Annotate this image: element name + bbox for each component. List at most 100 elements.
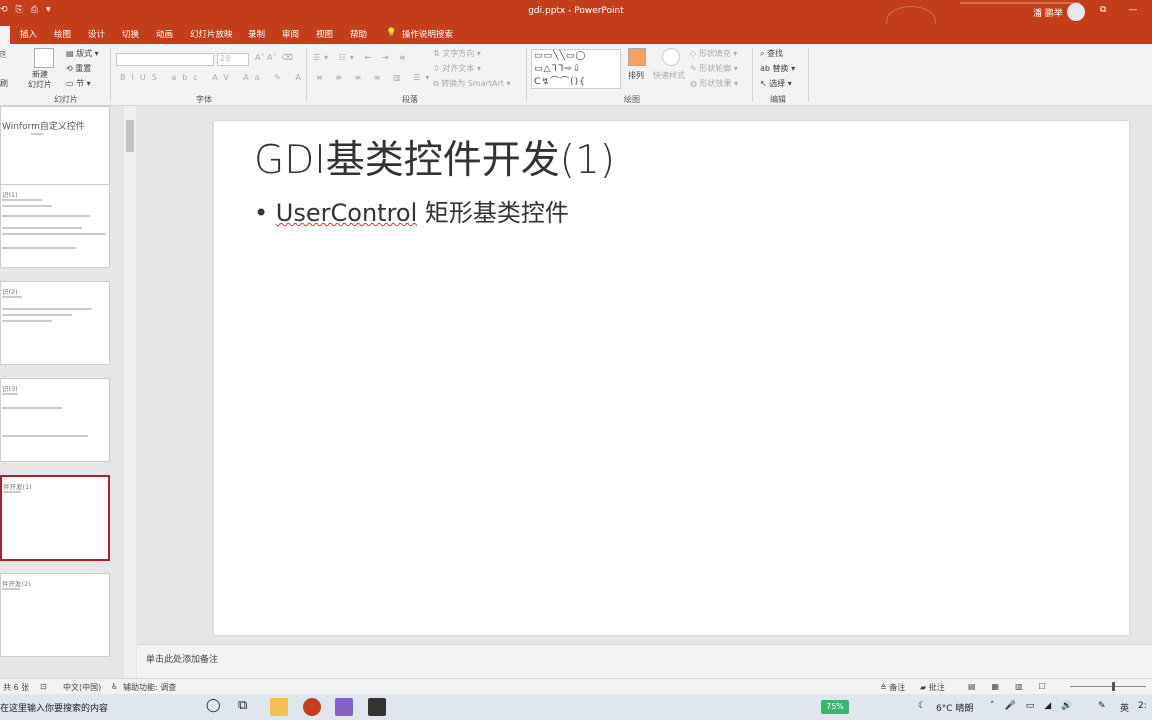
restore-icon[interactable]: ⧉	[1100, 5, 1106, 15]
text-direction-label: 文字方向	[442, 49, 475, 58]
shapes-gallery[interactable]: ▭▭╲╲▭◯ ▭△ᒣᒣ⇨⇩ ᑕ↯⌒⌒(){	[531, 49, 621, 89]
tab-design[interactable]: 设计	[88, 28, 105, 40]
slide-thumbnail-5[interactable]: 件开发(1)	[0, 475, 110, 561]
font-name-box[interactable]	[116, 53, 214, 66]
slide-thumbnail-2[interactable]: 识(1)	[0, 184, 110, 268]
tab-home[interactable]	[0, 26, 10, 44]
slide-thumbnail-1[interactable]: Winform自定义控件	[0, 106, 110, 190]
replace-icon: ab	[760, 64, 770, 73]
tell-me-search[interactable]: 操作说明搜索	[402, 28, 453, 40]
scrollbar-thumb[interactable]	[126, 120, 134, 152]
new-slide-button[interactable]: 新建 幻灯片	[28, 70, 52, 90]
list-icons[interactable]: ☰▾ ☷▾ ⇤ ⇥ ≡	[313, 53, 410, 62]
tab-view[interactable]: 视图	[316, 28, 333, 40]
slide-editor[interactable]: GDI基类控件开发(1) • UserControl 矩形基类控件	[137, 106, 1152, 644]
layout-icon: ▤	[66, 49, 74, 58]
layout-button[interactable]: ▤ 版式 ▾	[66, 48, 99, 59]
slide-thumbnail-6[interactable]: 件开发(2)	[0, 573, 110, 657]
shape-outline-icon: ✎	[690, 64, 697, 73]
zoom-slider[interactable]	[1070, 686, 1146, 687]
notes-placeholder: 单击此处添加备注	[146, 655, 219, 665]
tab-review[interactable]: 审阅	[282, 28, 299, 40]
group-label-font: 字体	[196, 95, 212, 104]
bullet-text: 矩形基类控件	[417, 199, 569, 227]
quick-styles-icon[interactable]	[662, 48, 680, 66]
smartart-button[interactable]: ⧉ 转换为 SmartArt ▾	[433, 78, 510, 89]
reset-button[interactable]: ⟲ 重置	[66, 63, 91, 74]
file-explorer-icon[interactable]	[270, 698, 288, 716]
slide-thumbnail-3[interactable]: 识(2)	[0, 281, 110, 365]
notes-pane[interactable]: 单击此处添加备注	[137, 644, 1152, 678]
arrange-button[interactable]: 排列	[628, 70, 644, 81]
cursor-icon: ↖	[760, 79, 767, 88]
view-buttons[interactable]: ▤▦▥☐	[968, 682, 1062, 691]
accessibility-icon: ♿	[111, 682, 119, 691]
section-button[interactable]: ▭ 节 ▾	[66, 78, 91, 89]
minimize-icon[interactable]: —	[1128, 5, 1137, 15]
quick-styles-button[interactable]: 快速样式	[653, 70, 685, 81]
slide-bullet[interactable]: • UserControl 矩形基类控件	[254, 193, 569, 228]
accessibility-status[interactable]: 辅助功能: 调查	[123, 682, 176, 693]
thumbnail-scrollbar[interactable]	[124, 106, 136, 678]
shape-fill-button[interactable]: ◇ 形状填充 ▾	[690, 48, 737, 59]
spellcheck-icon[interactable]: ⊡	[40, 682, 47, 691]
slide-thumbnail-panel[interactable]: Winform自定义控件 识(1) 识(2) 识(3) 件开发(1) 件开发(2…	[0, 106, 137, 678]
camera-app-icon[interactable]	[368, 698, 386, 716]
divider	[306, 48, 307, 102]
tab-help[interactable]: 帮助	[350, 28, 367, 40]
font-grow-icon[interactable]: A˄ A˅ ⌫	[255, 53, 293, 62]
align-text-button[interactable]: ⇳ 对齐文本 ▾	[433, 63, 481, 74]
shape-effects-button[interactable]: ◍ 形状效果 ▾	[690, 78, 738, 89]
weather-status[interactable]: 6°C 晴朗	[936, 701, 973, 714]
tab-transitions[interactable]: 切换	[122, 28, 139, 40]
notes-toggle-label: 备注	[889, 683, 906, 692]
paste-partial[interactable]: ⎘	[0, 50, 6, 60]
notes-toggle[interactable]: ≙ 备注	[880, 682, 905, 693]
shape-outline-button[interactable]: ✎ 形状轮廓 ▾	[690, 63, 738, 74]
font-size-box[interactable]: 28	[217, 53, 249, 66]
replace-label: 替换	[772, 64, 789, 73]
arrange-icon[interactable]	[628, 48, 646, 66]
user-name[interactable]: 潘 鹏举	[1033, 6, 1063, 19]
replace-button[interactable]: ab 替换 ▾	[760, 63, 795, 74]
thumbnail-text-line	[2, 320, 52, 322]
slide-thumbnail-4[interactable]: 识(3)	[0, 378, 110, 462]
align-icons[interactable]: ≡ ≡ ≡ ≡ ▥ ☰▾	[316, 73, 434, 82]
tray-icons[interactable]: ˄🎤▭◢🔊	[990, 701, 1082, 711]
battery-indicator[interactable]: 75%	[821, 700, 849, 714]
select-button[interactable]: ↖ 选择 ▾	[760, 78, 792, 89]
windows-taskbar: 在这里输入你要搜索的内容 ◯ ⧉ 75% ☾ 6°C 晴朗 ˄🎤▭◢🔊 ✎ 英 …	[0, 694, 1152, 720]
slide-title[interactable]: GDI基类控件开发(1)	[254, 129, 615, 185]
bullet-misspelled-word: UserControl	[275, 199, 418, 227]
tab-insert[interactable]: 插入	[20, 28, 37, 40]
font-format-icons[interactable]: BIUS abc AV Aa ✎ A	[120, 73, 307, 82]
tab-draw[interactable]: 绘图	[54, 28, 71, 40]
search-icon: ⌕	[760, 49, 765, 58]
text-direction-button[interactable]: ⇅ 文字方向 ▾	[433, 48, 481, 59]
shape-fill-label: 形状填充	[698, 49, 731, 58]
find-button[interactable]: ⌕ 查找	[760, 48, 783, 59]
ime-indicator[interactable]: 英	[1120, 701, 1129, 714]
thumbnail-text-line	[2, 205, 52, 207]
zoom-slider-thumb[interactable]	[1112, 682, 1115, 691]
slide-canvas[interactable]: GDI基类控件开发(1) • UserControl 矩形基类控件	[214, 121, 1129, 635]
cortana-icon[interactable]: ◯	[206, 698, 221, 713]
task-view-icon[interactable]: ⧉	[238, 698, 247, 713]
tab-animations[interactable]: 动画	[156, 28, 173, 40]
tab-slideshow[interactable]: 幻灯片放映	[190, 28, 233, 40]
thumbnail-text-line	[2, 393, 18, 395]
language-indicator[interactable]: 中文(中国)	[63, 682, 101, 693]
avatar[interactable]	[1067, 3, 1085, 21]
tab-record[interactable]: 录制	[248, 28, 265, 40]
powerpoint-icon[interactable]	[303, 698, 321, 716]
section-icon: ▭	[66, 79, 74, 88]
bullet-marker: •	[254, 199, 276, 227]
clock[interactable]: 2:	[1138, 701, 1147, 711]
taskbar-search-box[interactable]: 在这里输入你要搜索的内容	[0, 701, 108, 714]
new-slide-icon[interactable]	[34, 48, 54, 68]
visual-studio-icon[interactable]	[335, 698, 353, 716]
comments-toggle[interactable]: ▰ 批注	[920, 682, 945, 693]
shape-effects-icon: ◍	[690, 79, 697, 88]
clipboard-partial[interactable]: 刷	[0, 78, 8, 89]
pen-icon[interactable]: ✎	[1098, 701, 1106, 711]
